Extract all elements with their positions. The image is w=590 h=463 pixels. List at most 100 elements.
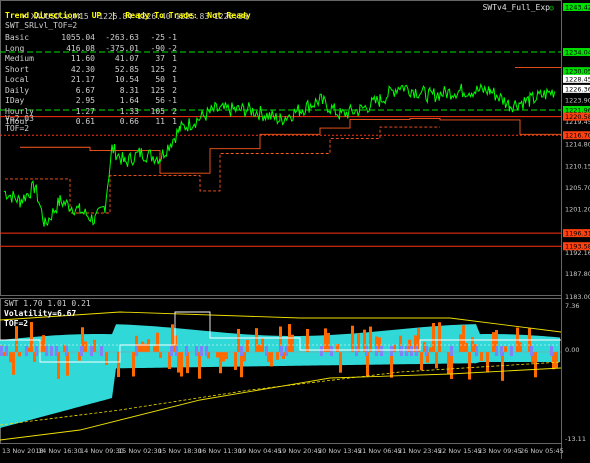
stats-row: Local 21.17 10.54 50 1 xyxy=(5,75,177,86)
volatility-blue-bar xyxy=(390,346,393,356)
volatility-orange-bar xyxy=(450,352,453,379)
volatility-orange-bar xyxy=(459,334,462,352)
volatility-blue-bar xyxy=(530,346,533,356)
volatility-orange-bar xyxy=(159,352,162,359)
chart-terminal: 1226.361223.901219.451214.801210.151205.… xyxy=(0,0,590,459)
volatility-orange-bar xyxy=(198,352,201,379)
volatility-blue-bar xyxy=(475,346,478,356)
volatility-orange-bar xyxy=(18,352,21,357)
stats-cell-c: 56 xyxy=(155,96,165,105)
volatility-orange-bar xyxy=(501,352,504,381)
volatility-orange-bar xyxy=(432,323,435,352)
stats-cell-a: 1055.04 xyxy=(61,33,95,42)
volatility-blue-bar xyxy=(500,346,503,356)
time-tick-label: 21 Nov 06:45 xyxy=(358,447,402,455)
stats-row: Daily 6.67 8.31 125 2 xyxy=(5,86,177,97)
volatility-blue-bar xyxy=(510,346,513,356)
smiley-icon[interactable]: ☺ xyxy=(549,4,554,14)
time-tick-label: 23 Nov 09:45 xyxy=(478,447,522,455)
volatility-blue-bar xyxy=(50,346,53,356)
stats-cell-a: 1.27 xyxy=(75,106,95,116)
stats-cell-a: 11.60 xyxy=(70,54,95,63)
volatility-blue-bar xyxy=(205,346,208,356)
volatility-blue-bar xyxy=(175,346,178,356)
price-tick-label: 1187.80 xyxy=(565,270,590,278)
stats-cell-name: Long xyxy=(5,43,25,53)
volatility-blue-bar xyxy=(330,346,333,356)
v-label: V=2.03 xyxy=(5,114,34,123)
trend-direction-text: Trend Direction: UP | Ready To Trade: No… xyxy=(5,11,251,20)
price-label-text: 1216.70 xyxy=(565,132,590,140)
stats-cell-b: -263.63 xyxy=(105,33,139,42)
volatility-blue-bar xyxy=(495,346,498,356)
volatility-orange-bar xyxy=(270,352,273,367)
price-tick-label: 1210.15 xyxy=(565,163,590,171)
volatility-blue-bar xyxy=(45,346,48,356)
price-label-text: 1234.04 xyxy=(565,49,590,57)
volatility-orange-bar xyxy=(438,322,441,352)
tof-label: TOF=2 xyxy=(5,124,30,133)
volatility-blue-bar xyxy=(400,346,403,356)
stats-cell-d: 1 xyxy=(172,54,177,63)
stats-cell-d: -1 xyxy=(167,96,177,105)
price-label-text: 1220.58 xyxy=(565,113,590,121)
volatility-orange-bar xyxy=(429,347,432,352)
stats-cell-b: 0.66 xyxy=(119,117,139,126)
volatility-orange-bar xyxy=(291,334,294,352)
volatility-blue-bar xyxy=(280,346,283,356)
volatility-blue-bar xyxy=(265,346,268,356)
stats-cell-d: -1 xyxy=(167,33,177,42)
time-tick-label: 15 Nov 02:30 xyxy=(118,447,162,455)
volatility-blue-bar xyxy=(25,346,28,356)
volatility-orange-bar xyxy=(420,352,423,371)
volatility-orange-bar xyxy=(132,352,135,377)
volatility-orange-bar xyxy=(12,352,15,375)
stats-cell-b: 41.07 xyxy=(114,54,139,63)
volatility-blue-bar xyxy=(185,346,188,356)
sub-tick-label: 0.00 xyxy=(565,346,579,354)
time-tick-label: 19 Nov 20:45 xyxy=(278,447,322,455)
stats-cell-name: Daily xyxy=(5,85,30,95)
volatility-orange-bar xyxy=(243,352,246,362)
volatility-orange-bar xyxy=(369,326,372,352)
stats-cell-a: 6.67 xyxy=(75,85,95,95)
volatility-orange-bar xyxy=(147,339,150,352)
price-label-text: 1193.58 xyxy=(565,243,590,251)
volatility-orange-bar xyxy=(486,352,489,373)
volatility-orange-bar xyxy=(216,352,219,358)
sub-tick-label: -13.11 xyxy=(565,435,586,443)
volatility-orange-bar xyxy=(492,332,495,352)
time-tick-label: 21 Nov 23:45 xyxy=(398,447,442,455)
stats-cell-a: 42.30 xyxy=(70,64,95,74)
volatility-orange-bar xyxy=(324,328,327,352)
volatility-orange-bar xyxy=(222,352,225,362)
volatility-orange-bar xyxy=(153,346,156,352)
volatility-blue-bar xyxy=(425,346,428,356)
stats-cell-c: 105 xyxy=(150,106,165,116)
stats-cell-d: 2 xyxy=(172,64,177,74)
volatility-orange-bar xyxy=(276,352,279,360)
volatility-orange-bar xyxy=(42,335,45,352)
volatility-orange-bar xyxy=(219,352,222,374)
volatility-blue-bar xyxy=(170,346,173,356)
volatility-blue-bar xyxy=(35,346,38,356)
volatility-orange-bar xyxy=(393,344,396,352)
volatility-orange-bar xyxy=(141,341,144,352)
stats-cell-b: 10.54 xyxy=(114,75,139,84)
stats-cell-name: Medium xyxy=(5,54,34,63)
volatility-orange-bar xyxy=(255,328,258,352)
volatility-orange-bar xyxy=(306,328,309,352)
volatility-orange-bar xyxy=(462,325,465,352)
stats-cell-a: 416.08 xyxy=(66,43,95,53)
time-tick-label: 26 Nov 05:45 xyxy=(520,447,564,455)
volatility-orange-bar xyxy=(237,328,240,352)
time-tick-label: 14 Nov 16:30 xyxy=(38,447,82,455)
volatility-orange-bar xyxy=(468,352,471,380)
volatility-orange-bar xyxy=(519,342,522,352)
support-step-line xyxy=(5,126,440,214)
volatility-orange-bar xyxy=(339,352,342,373)
stats-cell-b: 8.31 xyxy=(119,85,139,95)
volatility-orange-bar xyxy=(480,352,483,361)
indicator-label: SWTv4_Full_Exp xyxy=(482,3,550,12)
volatility-orange-bar xyxy=(105,352,108,365)
